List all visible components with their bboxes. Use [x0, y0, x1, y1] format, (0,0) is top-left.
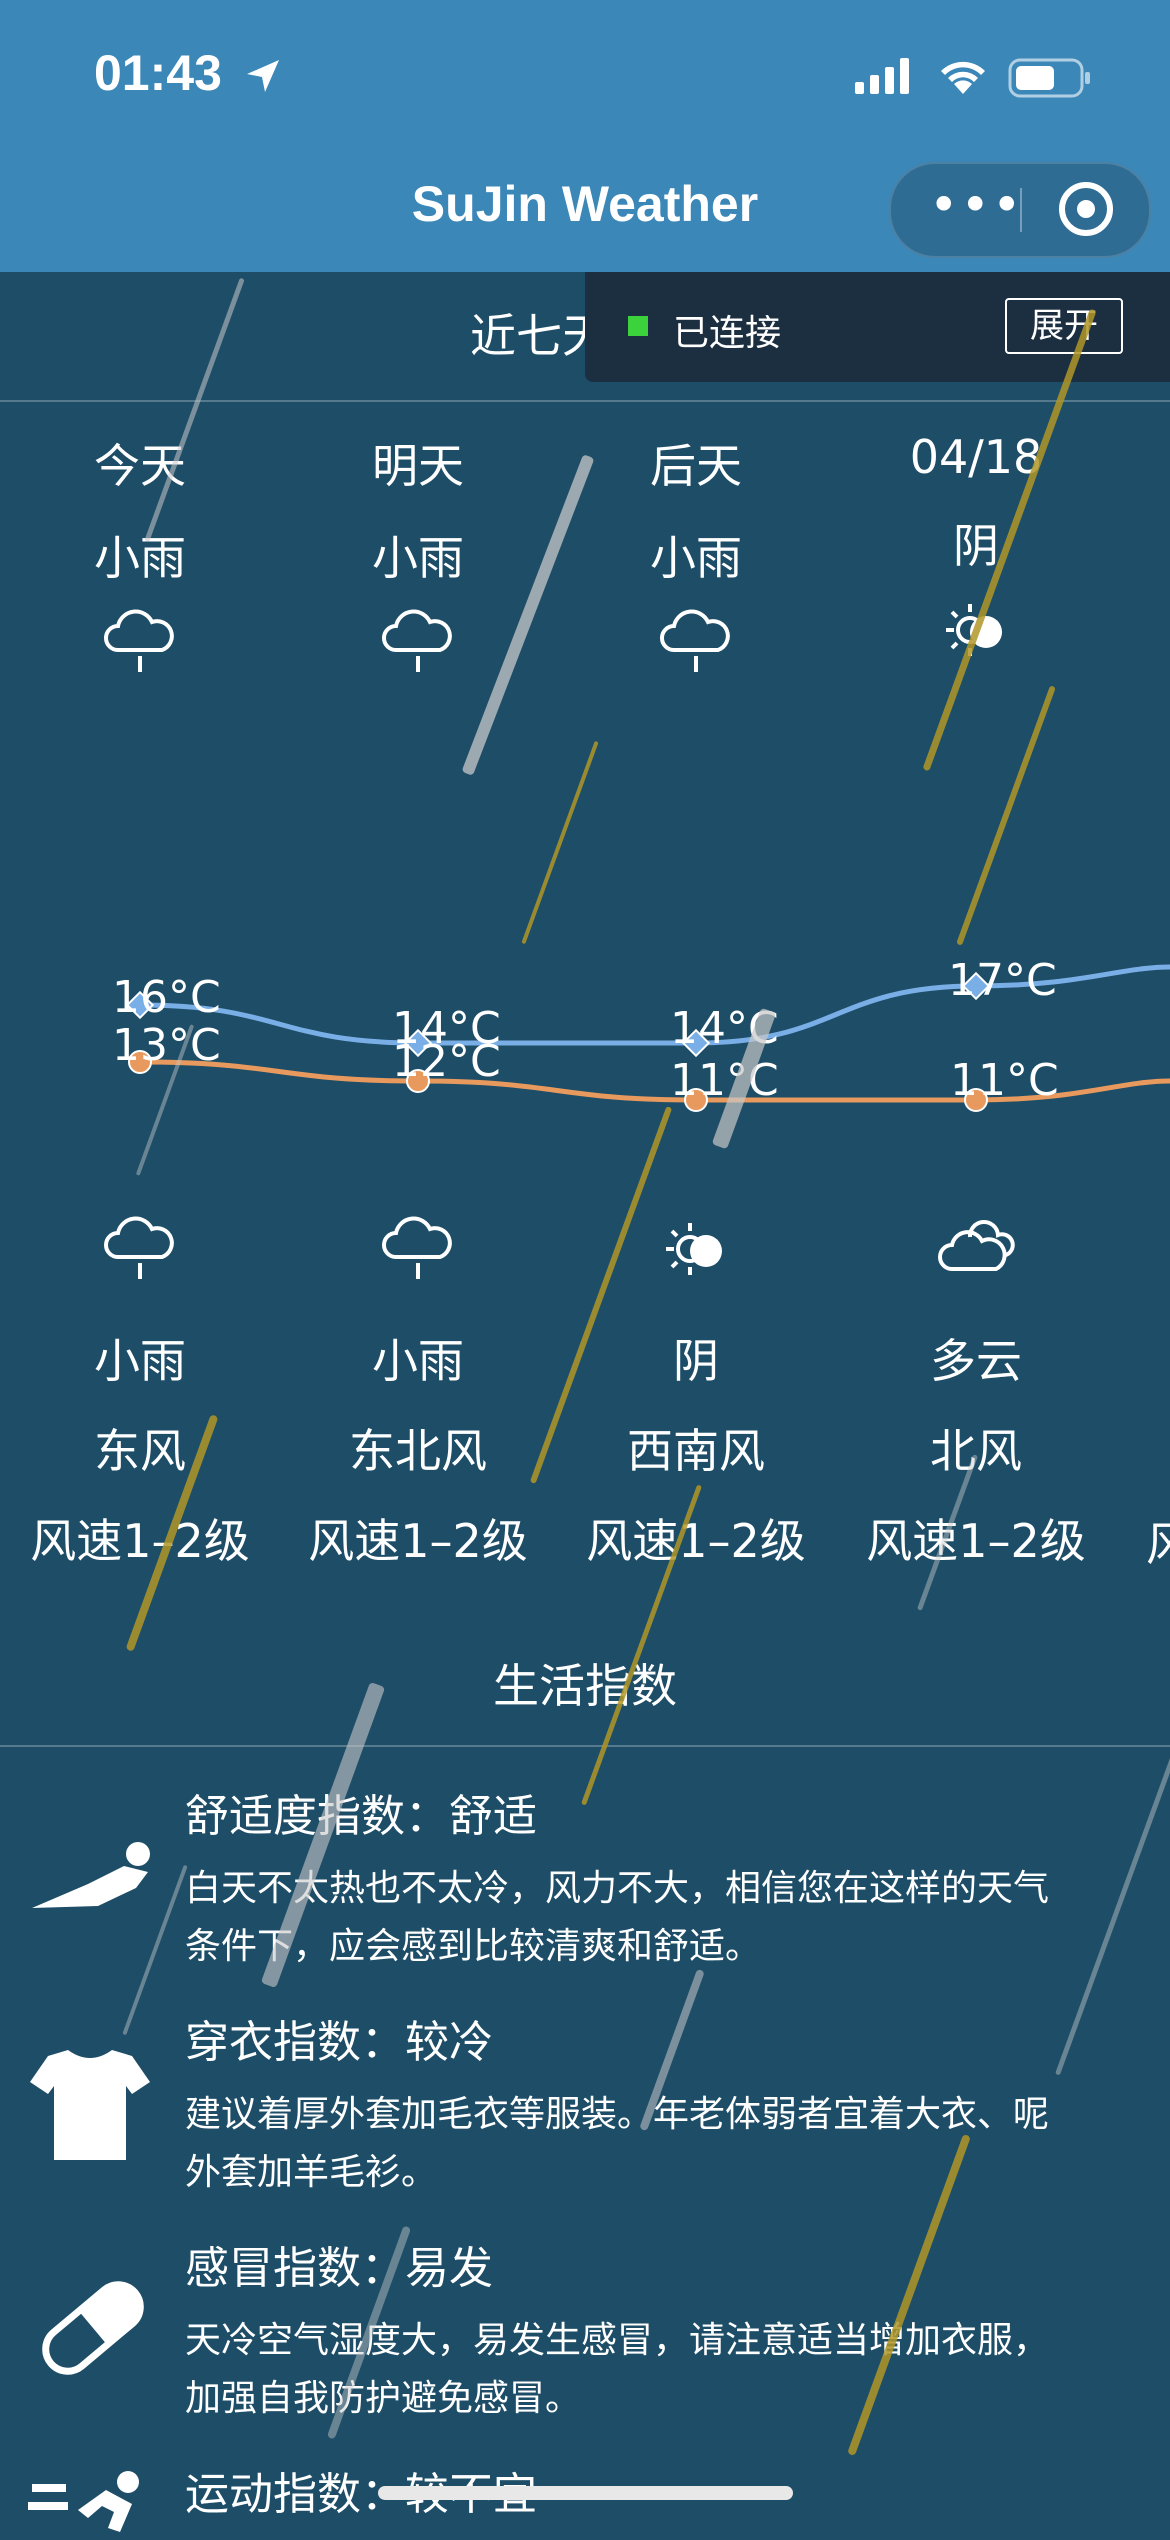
night-weather-3: 多云 北风 风速1–2级 [836, 1215, 1116, 1571]
day-label: 明天 [372, 439, 464, 493]
wifi-icon [941, 61, 985, 94]
partial-next-column: 风 [1146, 1517, 1170, 1571]
day-label: 今天 [94, 439, 186, 493]
more-button[interactable]: ••• [929, 180, 1023, 230]
rain-cloud-icon [104, 609, 174, 672]
life-item-title: 舒适度指数：舒适 [185, 1791, 537, 1842]
rain-streak [956, 685, 1056, 946]
location-arrow-icon [247, 60, 279, 92]
divider [0, 1745, 1170, 1747]
day-weather: 小雨 [372, 531, 464, 585]
running-person-icon [28, 2471, 139, 2532]
low-temp-label: 11°C [950, 1055, 1059, 1106]
connection-status-dot [628, 316, 648, 336]
forecast-day-0: 今天 小雨 [0, 430, 280, 678]
wind-speed: 风速1–2级 [308, 1514, 528, 1568]
battery-icon [1008, 58, 1090, 98]
mini-program-capsule: ••• [889, 162, 1151, 258]
rain-streak [1055, 1754, 1170, 2076]
night-weather-text: 小雨 [372, 1334, 464, 1388]
sun-cloud-icon [666, 1223, 722, 1275]
night-weather-text: 多云 [930, 1334, 1022, 1388]
night-weather-1: 小雨 东北风 风速1–2级 [278, 1215, 558, 1571]
day-weather: 阴 [953, 519, 999, 573]
cellular-signal-icon [855, 58, 909, 94]
day-label: 04/18 [909, 430, 1043, 484]
pill-icon [42, 2281, 144, 2375]
day-weather: 小雨 [650, 531, 742, 585]
status-time: 01:43 [94, 45, 222, 101]
capsule-divider [1020, 188, 1022, 232]
low-temp-label: 13°C [112, 1020, 221, 1071]
wind-direction: 东风 [94, 1424, 186, 1478]
life-item-desc: 天冷空气湿度大，易发生感冒，请注意适当增加衣服， [185, 2320, 1050, 2361]
night-weather-0: 小雨 东风 风速1–2级 [0, 1215, 280, 1571]
rain-cloud-icon [382, 609, 452, 672]
life-item-title: 感冒指数：易发 [185, 2243, 493, 2294]
lounging-person-icon [32, 1842, 150, 1908]
night-weather-2: 阴 西南风 风速1–2级 [556, 1215, 836, 1571]
night-weather-text: 小雨 [94, 1334, 186, 1388]
wind-speed: 风速1–2级 [30, 1514, 250, 1568]
rain-cloud-icon [382, 1216, 452, 1279]
day-label: 后天 [650, 439, 742, 493]
high-temp-label: 16°C [112, 972, 221, 1023]
wind-direction: 西南风 [627, 1424, 765, 1478]
low-temp-label: 11°C [670, 1055, 779, 1106]
night-weather-text: 阴 [673, 1334, 719, 1388]
rain-streak [847, 2133, 971, 2457]
top-bar: 01:43 SuJin Weather ••• [0, 0, 1170, 272]
life-item-title: 穿衣指数：较冷 [185, 2017, 493, 2068]
rain-cloud-icon [660, 609, 730, 672]
expand-button[interactable]: 展开 [1005, 298, 1123, 354]
rain-cloud-icon [104, 1216, 174, 1279]
divider [0, 400, 1170, 402]
life-item-desc: 加强自我防护避免感冒。 [185, 2378, 582, 2419]
low-temp-label: 12°C [392, 1036, 501, 1087]
wind-speed: 风速1–2级 [866, 1514, 1086, 1568]
tshirt-icon [30, 2050, 150, 2160]
wind-direction: 东北风 [349, 1424, 487, 1478]
rain-streak [521, 740, 599, 945]
cloudy-icon [938, 1219, 1015, 1271]
wind-speed: 风速1–2级 [586, 1514, 806, 1568]
connection-status-text: 已连接 [673, 313, 782, 354]
home-indicator [378, 2486, 793, 2500]
life-index-title: 生活指数 [493, 1659, 677, 1713]
close-target-button[interactable] [1059, 182, 1113, 236]
wind-direction: 北风 [930, 1424, 1022, 1478]
day-weather: 小雨 [94, 531, 186, 585]
forecast-day-2: 后天 小雨 [556, 430, 836, 678]
life-item-desc: 外套加羊毛衫。 [185, 2152, 438, 2193]
life-item-desc: 建议着厚外套加毛衣等服装。年老体弱者宜着大衣、呢 [185, 2094, 1050, 2135]
high-temp-label: 17°C [948, 955, 1057, 1006]
